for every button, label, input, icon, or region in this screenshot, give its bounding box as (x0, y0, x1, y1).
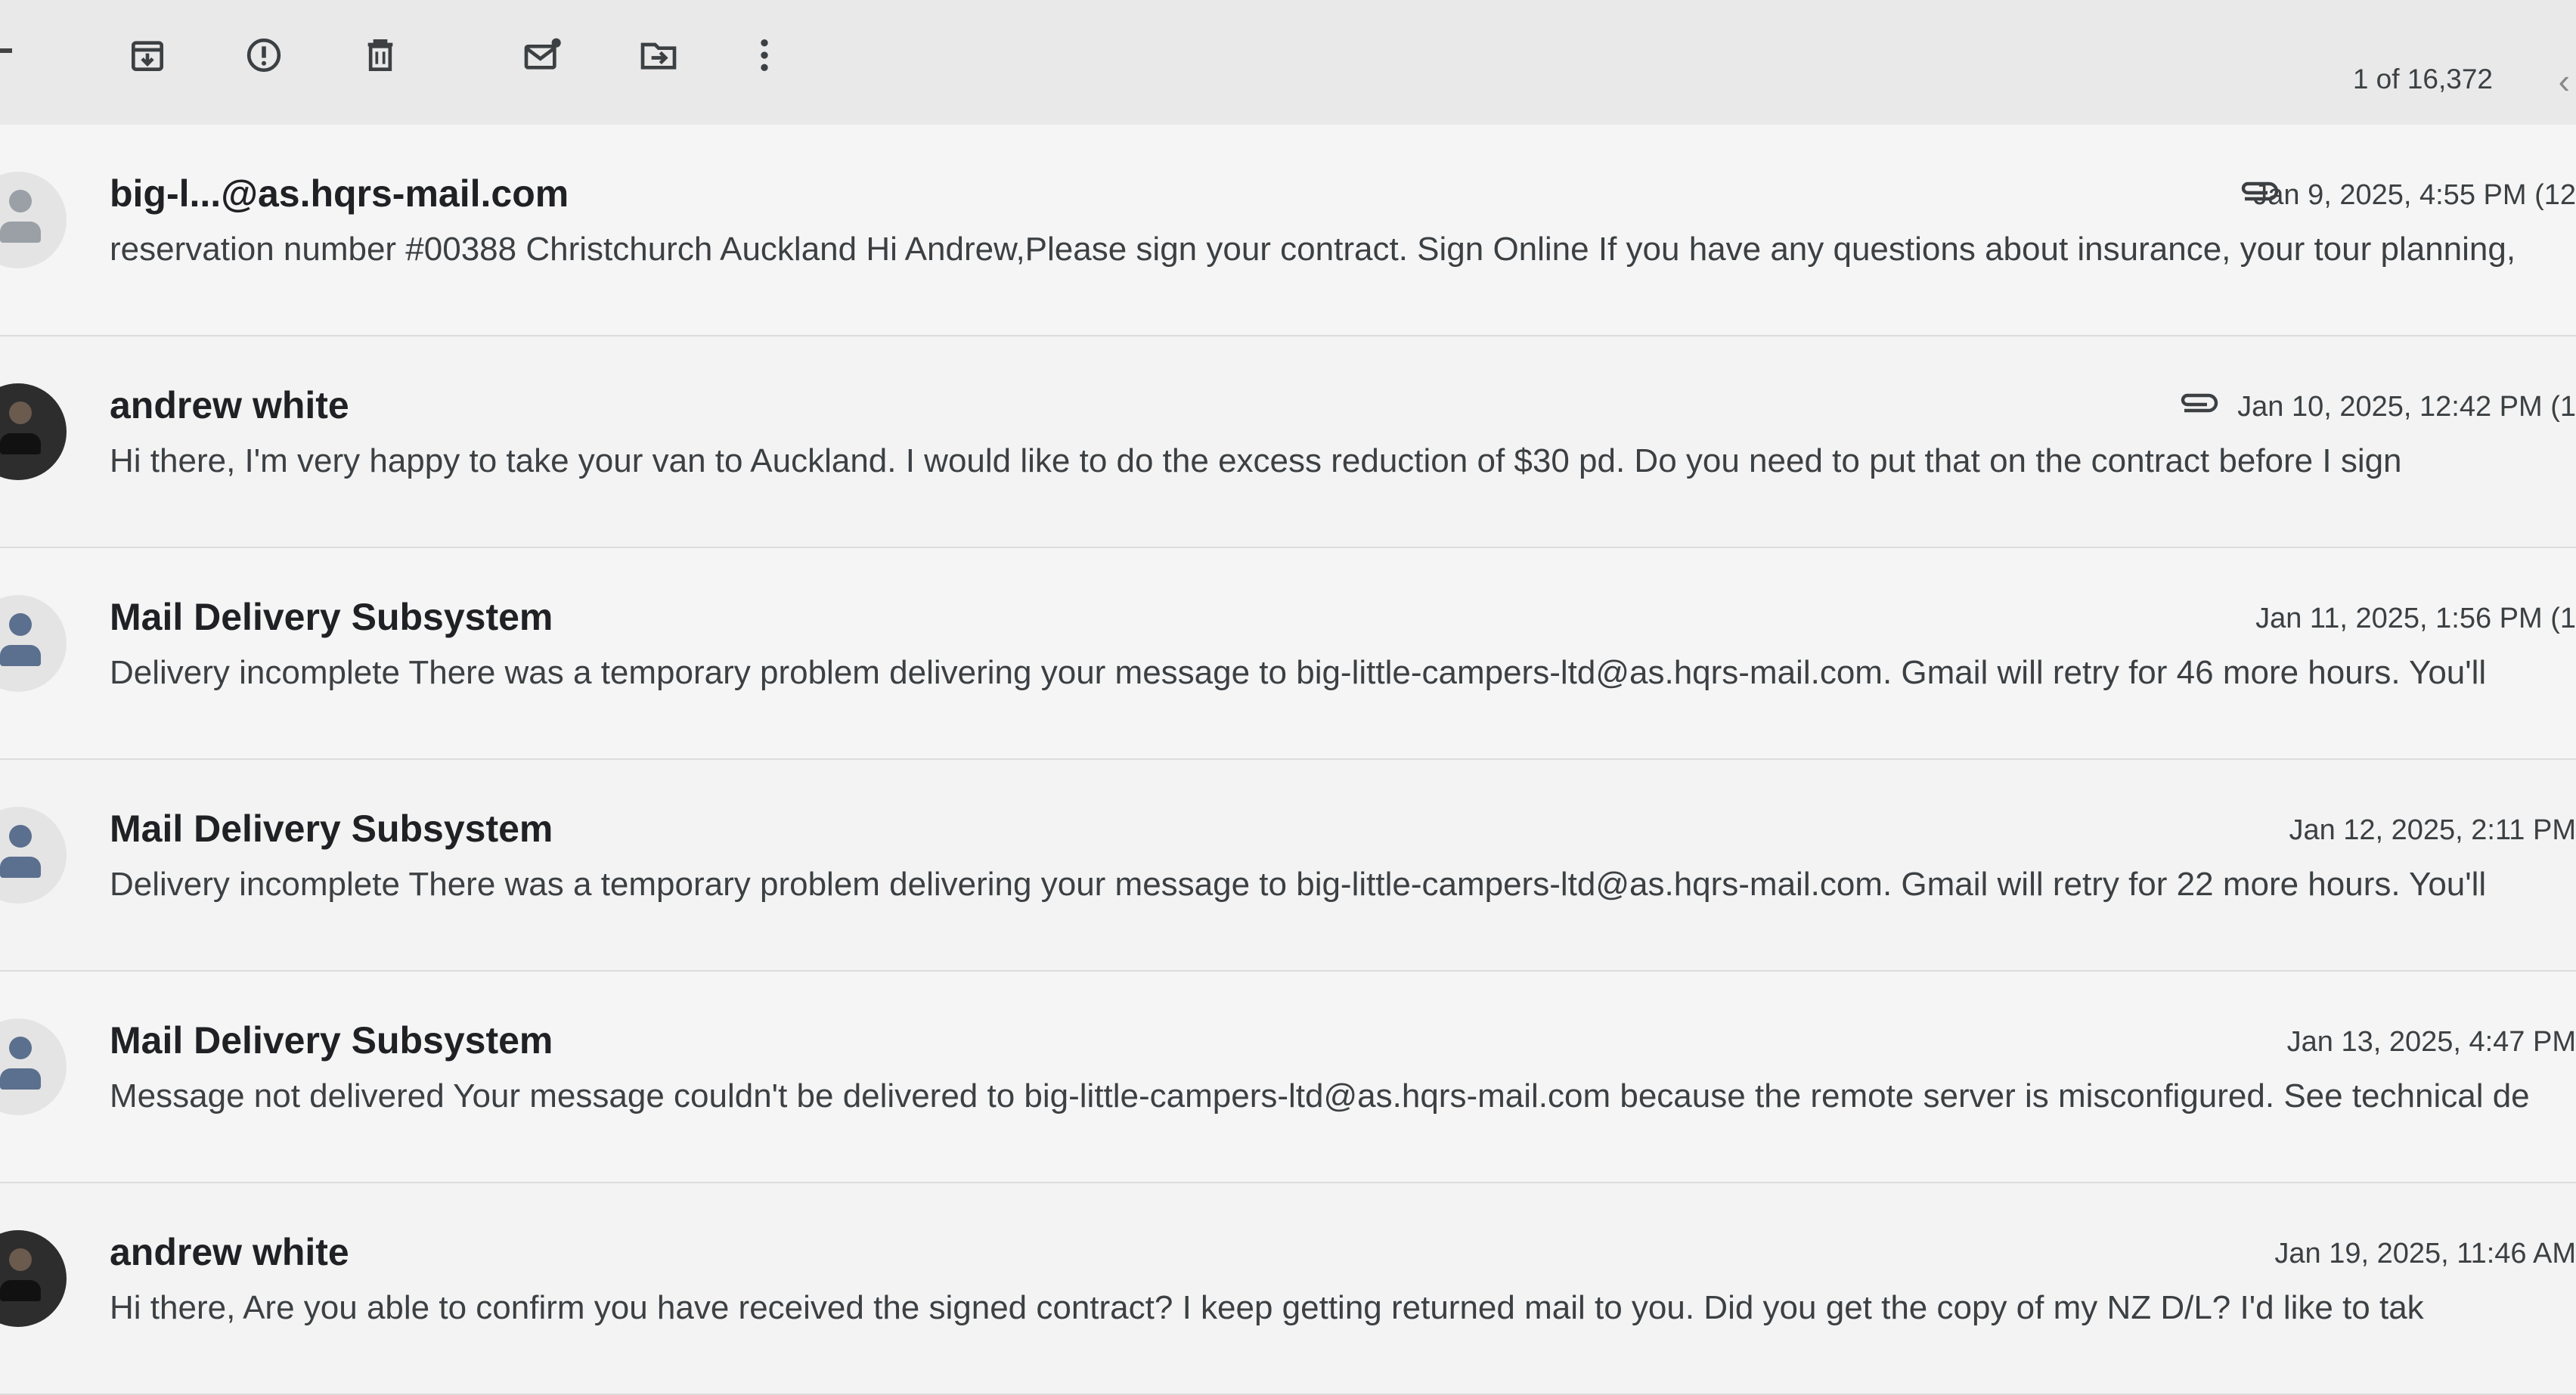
trash-icon (367, 39, 393, 71)
email-sender: andrew white (110, 1231, 349, 1273)
move-to-icon (640, 42, 677, 70)
email-sender: andrew white (110, 384, 349, 426)
pagination-count: 1 of 16,372 (2352, 64, 2493, 95)
email-snippet: Hi there, I'm very happy to take your va… (110, 442, 2402, 479)
avatar (0, 807, 67, 904)
email-date: Jan 19, 2025, 11:46 AM (2274, 1238, 2576, 1269)
email-sender: Mail Delivery Subsystem (110, 808, 553, 850)
email-snippet: reservation number #00388 Christchurch A… (110, 231, 2516, 268)
email-sender: big-l...@as.hqrs-mail.com (110, 172, 569, 215)
chevron-left-icon[interactable]: ‹ (2559, 64, 2570, 98)
email-snippet: Delivery incomplete There was a temporar… (110, 654, 2487, 691)
mark-unread-button[interactable] (516, 29, 569, 82)
email-date: Jan 11, 2025, 1:56 PM (1 (2255, 603, 2576, 634)
email-row[interactable]: big-l...@as.hqrs-mail.com Jan 9, 2025, 4… (0, 125, 2576, 336)
email-snippet: Hi there, Are you able to confirm you ha… (110, 1289, 2424, 1326)
archive-button[interactable] (121, 29, 174, 82)
email-date: Jan 12, 2025, 2:11 PM (2289, 814, 2576, 846)
email-row[interactable]: Mail Delivery Subsystem Jan 12, 2025, 2:… (0, 760, 2576, 972)
attachment-icon (2181, 393, 2218, 413)
email-list: big-l...@as.hqrs-mail.com Jan 9, 2025, 4… (0, 125, 2576, 1395)
email-snippet: Message not delivered Your message could… (110, 1077, 2530, 1114)
mark-unread-icon (524, 38, 561, 70)
toolbar: 1 of 16,372 ‹ (0, 0, 2576, 126)
delete-button[interactable] (354, 29, 407, 82)
avatar (0, 1018, 67, 1115)
archive-icon (132, 41, 163, 71)
report-spam-icon (246, 38, 281, 73)
email-date: Jan 9, 2025, 4:55 PM (12 (2253, 179, 2576, 211)
email-sender: Mail Delivery Subsystem (110, 596, 553, 638)
avatar (0, 1230, 67, 1327)
email-date: Jan 13, 2025, 4:47 PM (2286, 1026, 2576, 1058)
email-date: Jan 10, 2025, 12:42 PM (1 (2237, 391, 2576, 423)
avatar (0, 172, 67, 268)
drawer-handle[interactable] (0, 48, 12, 53)
more-button[interactable] (738, 29, 791, 82)
email-sender: Mail Delivery Subsystem (110, 1019, 553, 1062)
email-row[interactable]: andrew white Jan 19, 2025, 11:46 AM Hi t… (0, 1183, 2576, 1395)
email-row[interactable]: andrew white Jan 10, 2025, 12:42 PM (1 H… (0, 336, 2576, 548)
email-snippet: Delivery incomplete There was a temporar… (110, 866, 2487, 903)
more-vertical-icon (761, 39, 768, 71)
move-to-button[interactable] (632, 29, 685, 82)
avatar (0, 383, 67, 480)
avatar (0, 595, 67, 692)
report-spam-button[interactable] (237, 29, 290, 82)
email-row[interactable]: Mail Delivery Subsystem Jan 11, 2025, 1:… (0, 548, 2576, 760)
email-row[interactable]: Mail Delivery Subsystem Jan 13, 2025, 4:… (0, 972, 2576, 1183)
